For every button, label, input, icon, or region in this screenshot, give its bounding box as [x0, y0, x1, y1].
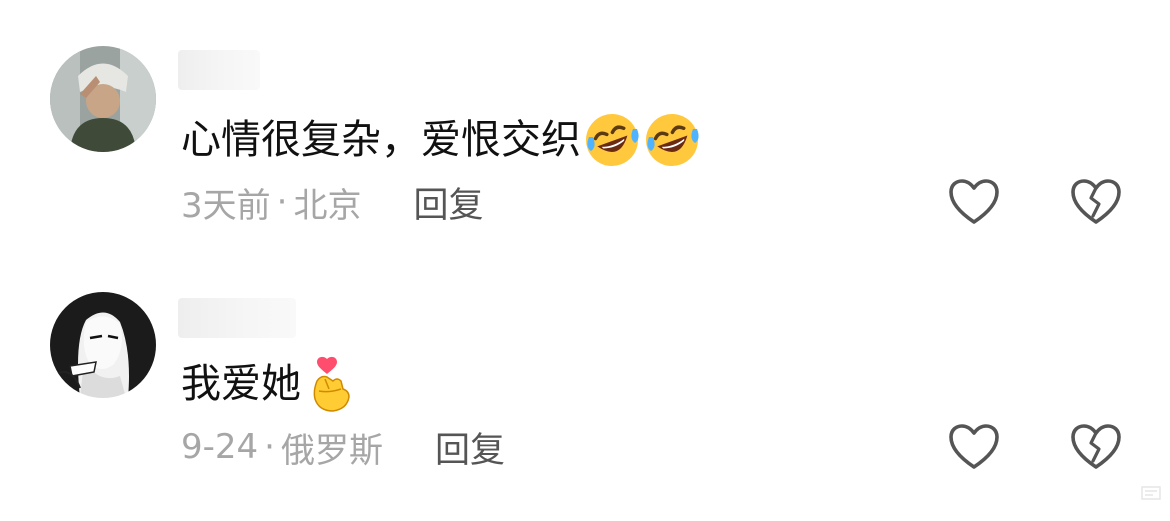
avatar[interactable] [50, 46, 156, 152]
comment-text-row: 我爱她 [181, 355, 361, 413]
avatar[interactable] [50, 292, 156, 398]
dislike-button[interactable] [1070, 178, 1122, 226]
meta-separator: · [276, 182, 288, 222]
heart-icon [949, 424, 999, 469]
rolling-on-floor-laughing-icon [583, 111, 641, 169]
reply-button[interactable]: 回复 [413, 177, 483, 228]
hand-with-index-finger-and-thumb-crossed-heart-icon [303, 355, 361, 413]
reply-button[interactable]: 回复 [435, 422, 505, 473]
comment-text: 我爱她 [181, 361, 301, 407]
avatar-photo-icon [50, 46, 156, 152]
username[interactable] [178, 50, 260, 90]
rolling-on-floor-laughing-icon [643, 111, 701, 169]
broken-heart-icon [1071, 179, 1121, 224]
comment-time: 9-24 [181, 427, 259, 467]
comment-text-row: 心情很复杂，爱恨交织 [181, 111, 701, 169]
broken-heart-icon [1071, 424, 1121, 469]
comment-item: 我爱她 9-24 · 俄罗斯 回复 [0, 247, 1170, 487]
like-button[interactable] [948, 178, 1000, 226]
dislike-button[interactable] [1070, 423, 1122, 471]
like-button[interactable] [948, 423, 1000, 471]
comment-text: 心情很复杂，爱恨交织 [181, 117, 581, 163]
avatar-manga-girl-icon [50, 292, 156, 398]
meta-separator: · [264, 427, 275, 467]
username[interactable] [178, 298, 296, 338]
comment-location: 北京 [293, 185, 362, 226]
comment-meta: 3天前 · 北京 回复 [181, 180, 483, 226]
comment-location: 俄罗斯 [280, 430, 383, 471]
watermark-icon [1140, 483, 1162, 503]
comment-meta: 9-24 · 俄罗斯 回复 [181, 425, 505, 471]
comment-item: 心情很复杂，爱恨交织 3天前 · 北京 回复 [0, 0, 1170, 240]
comment-time: 3天前 [181, 185, 271, 226]
heart-icon [949, 179, 999, 224]
